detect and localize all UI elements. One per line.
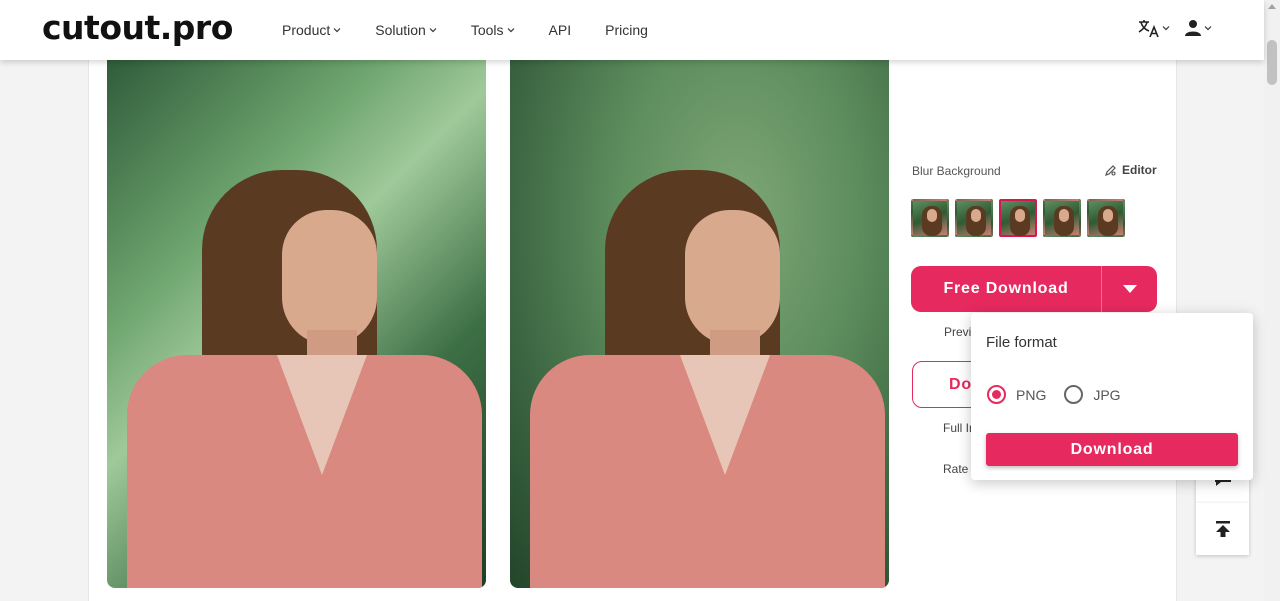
chevron-down-icon bbox=[429, 28, 437, 33]
page-scrollbar[interactable] bbox=[1264, 0, 1280, 601]
png-radio[interactable] bbox=[987, 385, 1006, 404]
rate-text: Rate bbox=[943, 462, 969, 476]
main-nav: Product Solution Tools API Pricing bbox=[282, 20, 682, 40]
popup-download-button[interactable]: Download bbox=[986, 433, 1238, 466]
scroll-up-arrow[interactable] bbox=[1268, 4, 1276, 9]
back-to-top-icon bbox=[1215, 521, 1230, 537]
png-label[interactable]: PNG bbox=[1016, 387, 1046, 403]
nav-api[interactable]: API bbox=[549, 20, 572, 40]
nav-solution[interactable]: Solution bbox=[375, 20, 437, 40]
nav-label: Pricing bbox=[605, 22, 648, 38]
nav-label: API bbox=[548, 22, 572, 38]
chevron-down-icon bbox=[1204, 26, 1212, 31]
thumbnail-4[interactable] bbox=[1043, 199, 1081, 237]
editor-icon bbox=[1105, 164, 1116, 176]
format-options: PNG JPG bbox=[987, 385, 1139, 404]
nav-pricing[interactable]: Pricing bbox=[605, 20, 648, 40]
nav-label: Tools bbox=[470, 22, 504, 38]
popup-title: File format bbox=[986, 334, 1057, 351]
chevron-down-icon bbox=[333, 28, 341, 33]
nav-label: Solution bbox=[375, 22, 426, 38]
blur-background-label: Blur Background bbox=[912, 164, 1001, 178]
original-image bbox=[107, 60, 486, 588]
nav-tools[interactable]: Tools bbox=[471, 20, 515, 40]
thumbnail-3-selected[interactable] bbox=[999, 199, 1037, 237]
logo[interactable]: cutout.pro bbox=[42, 8, 233, 47]
chevron-down-icon bbox=[507, 28, 514, 33]
back-to-top-button[interactable] bbox=[1196, 503, 1249, 555]
free-download-split-button: Free Download bbox=[911, 266, 1157, 312]
header-actions bbox=[1138, 18, 1212, 38]
result-image bbox=[510, 60, 889, 588]
caret-down-icon bbox=[1122, 285, 1137, 293]
top-header: cutout.pro Product Solution Tools API Pr… bbox=[0, 0, 1264, 60]
editor-link[interactable]: Editor bbox=[1104, 163, 1157, 177]
thumbnail-1[interactable] bbox=[911, 199, 949, 237]
page: Blur Background Editor Free Download Pre… bbox=[0, 0, 1280, 601]
background-thumbnails bbox=[911, 199, 1125, 237]
jpg-radio[interactable] bbox=[1064, 385, 1084, 404]
free-download-button[interactable]: Free Download bbox=[911, 266, 1101, 312]
user-icon bbox=[1185, 20, 1201, 36]
translate-icon bbox=[1138, 20, 1159, 38]
scroll-thumb[interactable] bbox=[1267, 40, 1277, 85]
file-format-popup: File format PNG JPG Download bbox=[971, 313, 1253, 480]
account-menu[interactable] bbox=[1184, 19, 1212, 37]
language-selector[interactable] bbox=[1138, 18, 1170, 38]
preview-text: Previ bbox=[944, 325, 972, 339]
download-options-toggle[interactable] bbox=[1102, 266, 1157, 312]
nav-label: Product bbox=[282, 22, 331, 38]
thumbnail-5[interactable] bbox=[1087, 199, 1125, 237]
editor-label: Editor bbox=[1122, 163, 1157, 177]
chevron-down-icon bbox=[1162, 26, 1170, 31]
jpg-label[interactable]: JPG bbox=[1093, 387, 1120, 403]
nav-product[interactable]: Product bbox=[282, 20, 341, 40]
thumbnail-2[interactable] bbox=[955, 199, 993, 237]
